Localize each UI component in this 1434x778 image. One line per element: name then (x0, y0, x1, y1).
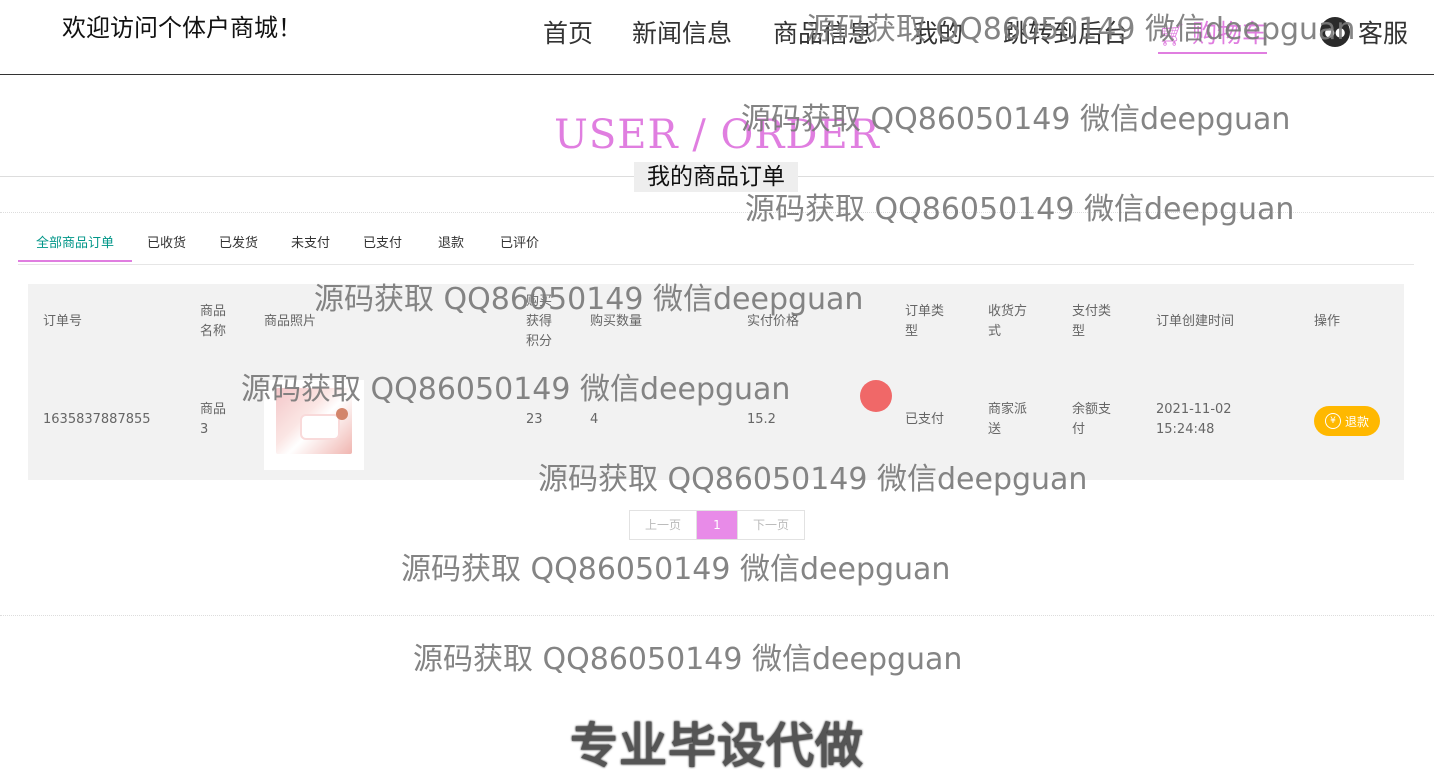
nav-home[interactable]: 首页 (543, 14, 593, 50)
col-header-name: 商品名称 (200, 304, 227, 339)
nav-cart[interactable]: 🛒︎ 购物车 (1158, 14, 1267, 54)
click-indicator (860, 380, 892, 412)
cell-points: 23 (526, 412, 543, 427)
top-navbar: 欢迎访问个体户商城！ 首页 新闻信息 商品信息 我的 跳转到后台 🛒︎ 购物车 ●… (0, 0, 1434, 75)
nav-mine[interactable]: 我的 (913, 14, 963, 50)
tab-received[interactable]: 已收货 (147, 228, 186, 260)
dotted-divider (0, 615, 1434, 616)
cell-name: 商品3 (200, 402, 227, 437)
order-tabs: 全部商品订单 已收货 已发货 未支付 已支付 退款 已评价 (18, 228, 1414, 265)
nav-news[interactable]: 新闻信息 (632, 14, 732, 50)
section-title-cn: 我的商品订单 (634, 162, 798, 192)
refund-button[interactable]: ¥ 退款 (1314, 406, 1380, 436)
col-header-points: 购买获得积分 (526, 294, 553, 349)
col-header-created: 订单创建时间 (1156, 314, 1235, 329)
tab-refund[interactable]: 退款 (438, 228, 464, 260)
col-header-delivery: 收货方式 (988, 304, 1028, 339)
dotted-divider (0, 212, 1434, 213)
watermark: 源码获取 QQ86050149 微信deepguan (413, 642, 963, 677)
next-page-button[interactable]: 下一页 (737, 511, 804, 539)
page-number-current[interactable]: 1 (697, 511, 737, 539)
yen-icon: ¥ (1324, 413, 1341, 429)
wechat-icon: ●● (1320, 17, 1350, 47)
welcome-text: 欢迎访问个体户商城！ (62, 14, 302, 42)
promo-banner: 专业毕设代做 (569, 718, 864, 774)
customer-service[interactable]: ●● 客服 (1320, 14, 1408, 50)
tab-shipped[interactable]: 已发货 (219, 228, 258, 260)
cell-qty: 4 (590, 412, 599, 427)
watermark: 源码获取 QQ86050149 微信deepguan (745, 192, 1295, 227)
cell-order-type: 已支付 (905, 412, 945, 427)
orders-table: 订单号 商品名称 商品照片 购买获得积分 购买数量 实付价格 订单类型 收货方式… (28, 284, 1404, 480)
col-header-action: 操作 (1314, 314, 1341, 329)
col-header-pay-type: 支付类型 (1072, 304, 1112, 339)
prev-page-button[interactable]: 上一页 (630, 511, 697, 539)
col-header-order-no: 订单号 (43, 314, 83, 329)
tab-reviewed[interactable]: 已评价 (500, 228, 539, 260)
col-header-photo: 商品照片 (264, 314, 317, 329)
cell-created: 2021-11-02 15:24:48 (1156, 402, 1232, 437)
tab-unpaid[interactable]: 未支付 (291, 228, 330, 260)
cell-delivery: 商家派送 (988, 402, 1028, 437)
nav-backend[interactable]: 跳转到后台 (1003, 14, 1128, 50)
nav-products[interactable]: 商品信息 (773, 14, 873, 50)
cell-order-no: 1635837887855 (43, 412, 151, 427)
col-header-order-type: 订单类型 (905, 304, 945, 339)
col-header-price: 实付价格 (747, 314, 800, 329)
cell-pay-type: 余额支付 (1072, 402, 1112, 437)
cell-price: 15.2 (747, 412, 776, 427)
section-title-en: USER / ORDER (554, 112, 880, 158)
cart-icon: 🛒︎ (1158, 23, 1186, 48)
tab-paid[interactable]: 已支付 (363, 228, 402, 260)
product-photo (264, 380, 364, 470)
watermark: 源码获取 QQ86050149 微信deepguan (401, 552, 951, 587)
col-header-qty: 购买数量 (590, 314, 643, 329)
customer-service-label: 客服 (1358, 19, 1409, 48)
pagination: 上一页 1 下一页 (629, 510, 805, 540)
nav-cart-label: 购物车 (1191, 19, 1267, 48)
refund-button-label: 退款 (1344, 414, 1369, 429)
tab-all-orders[interactable]: 全部商品订单 (18, 228, 132, 262)
